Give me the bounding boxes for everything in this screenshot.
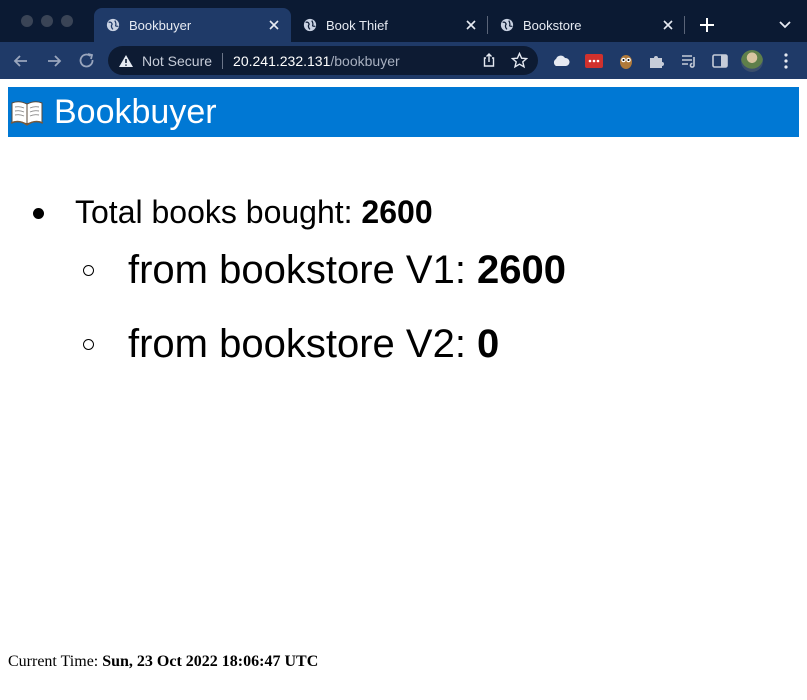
address-bar[interactable]: Not Secure 20.241.232.131/bookbuyer bbox=[108, 46, 538, 75]
warning-triangle-icon[interactable] bbox=[118, 53, 134, 69]
media-queue-icon[interactable] bbox=[679, 51, 699, 71]
tab-separator bbox=[684, 16, 685, 34]
security-label[interactable]: Not Secure bbox=[142, 53, 212, 69]
total-books-label: Total books bought: bbox=[75, 194, 362, 230]
globe-icon bbox=[106, 18, 120, 32]
profile-avatar[interactable] bbox=[741, 50, 763, 72]
side-panel-icon[interactable] bbox=[710, 51, 730, 71]
more-menu-icon[interactable] bbox=[776, 51, 796, 71]
forward-arrow-icon[interactable] bbox=[44, 51, 64, 71]
cloud-extension-icon[interactable] bbox=[551, 51, 571, 71]
tab-bookstore[interactable]: Bookstore bbox=[488, 8, 685, 42]
list-bullet bbox=[83, 265, 94, 276]
page-title: Bookbuyer bbox=[54, 93, 217, 131]
browser-toolbar: Not Secure 20.241.232.131/bookbuyer bbox=[0, 42, 807, 79]
tab-title: Bookstore bbox=[523, 17, 582, 33]
list-bullet bbox=[33, 208, 44, 219]
globe-icon bbox=[500, 18, 514, 32]
close-icon[interactable] bbox=[266, 17, 282, 33]
tab-book-thief[interactable]: Book Thief bbox=[291, 8, 488, 42]
minimize-window-button[interactable] bbox=[41, 15, 53, 27]
tab-title: Bookbuyer bbox=[129, 17, 192, 33]
bookstore-v1-item: from bookstore V1: 2600 bbox=[128, 248, 566, 293]
url-path[interactable]: /bookbuyer bbox=[330, 53, 399, 69]
chevron-down-icon[interactable] bbox=[776, 17, 794, 33]
bookstore-v2-item: from bookstore V2: 0 bbox=[128, 322, 499, 367]
list-bullet bbox=[83, 339, 94, 350]
page-header: Bookbuyer bbox=[8, 87, 799, 137]
bookmark-star-icon[interactable] bbox=[511, 52, 528, 69]
bookstore-v2-value: 0 bbox=[477, 322, 500, 366]
tab-bookbuyer[interactable]: Bookbuyer bbox=[94, 8, 291, 42]
puzzle-extensions-icon[interactable] bbox=[647, 51, 667, 71]
tab-title: Book Thief bbox=[326, 17, 388, 33]
total-books-item: Total books bought: 2600 bbox=[75, 194, 433, 231]
tab-strip: Bookbuyer Book Thief Bookstore bbox=[0, 0, 807, 42]
zoom-window-button[interactable] bbox=[61, 15, 73, 27]
current-time-value: Sun, 23 Oct 2022 18:06:47 UTC bbox=[102, 653, 319, 670]
bookstore-v1-value: 2600 bbox=[477, 248, 567, 292]
current-time-label: Current Time: bbox=[8, 653, 103, 670]
new-tab-plus-icon[interactable] bbox=[697, 15, 717, 35]
current-time: Current Time: Sun, 23 Oct 2022 18:06:47 … bbox=[8, 653, 318, 671]
bookstore-v2-label: from bookstore V2: bbox=[128, 322, 478, 366]
url-host[interactable]: 20.241.232.131 bbox=[233, 53, 330, 69]
reload-icon[interactable] bbox=[77, 51, 97, 71]
share-icon[interactable] bbox=[481, 52, 497, 68]
bookstore-v1-label: from bookstore V1: bbox=[128, 248, 478, 292]
password-manager-icon[interactable] bbox=[584, 51, 604, 71]
total-books-value: 2600 bbox=[361, 194, 433, 230]
close-window-button[interactable] bbox=[21, 15, 33, 27]
globe-icon bbox=[303, 18, 317, 32]
owl-extension-icon[interactable] bbox=[616, 51, 636, 71]
back-arrow-icon[interactable] bbox=[11, 51, 31, 71]
close-icon[interactable] bbox=[463, 17, 479, 33]
open-book-icon bbox=[10, 101, 44, 126]
omnibox-divider bbox=[222, 52, 224, 69]
close-icon[interactable] bbox=[660, 17, 676, 33]
